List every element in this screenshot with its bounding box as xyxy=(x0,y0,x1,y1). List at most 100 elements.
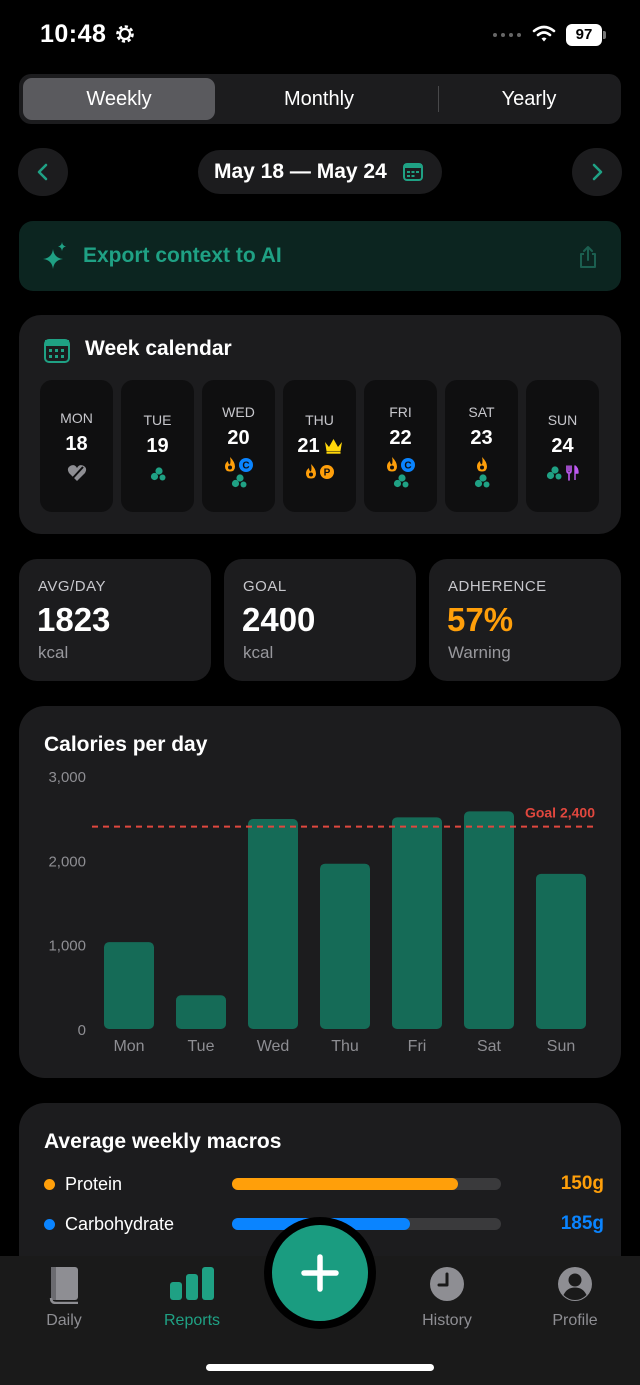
tab-label: Profile xyxy=(552,1312,598,1329)
stat-value: 1823 xyxy=(37,601,111,638)
pills-icon xyxy=(474,474,489,488)
tab-profile[interactable]: Profile xyxy=(525,1266,625,1330)
pills-icon xyxy=(546,466,562,480)
day-number: 24 xyxy=(551,435,574,457)
pills-icon xyxy=(231,474,246,488)
stat-status: Warning xyxy=(448,643,511,662)
add-entry-button[interactable] xyxy=(272,1225,368,1321)
day-cell-tue[interactable]: TUE 19 xyxy=(121,380,194,512)
bar-sat xyxy=(464,811,514,1029)
macro-row-protein: Protein 150g xyxy=(44,1171,604,1197)
share-icon xyxy=(580,246,596,268)
day-cell-sun[interactable]: SUN 24 xyxy=(526,380,599,512)
day-cell-mon[interactable]: MON 18 xyxy=(40,380,113,512)
svg-text:C: C xyxy=(404,460,411,471)
stat-label: ADHERENCE xyxy=(448,578,547,595)
macro-name: Carbohydrate xyxy=(65,1214,175,1234)
x-tick-label: Fri xyxy=(408,1038,427,1055)
period-segmented-control: Weekly Monthly Yearly xyxy=(19,74,621,124)
tab-daily[interactable]: Daily xyxy=(14,1266,114,1330)
battery-icon: 97 xyxy=(566,24,606,46)
avg-per-day-card: AVG/DAY 1823 kcal xyxy=(19,559,211,681)
flame-icon xyxy=(306,464,316,479)
day-cell-thu[interactable]: THU 21 P xyxy=(283,380,356,512)
bar-sun xyxy=(536,873,586,1029)
y-tick-label: 2,000 xyxy=(48,853,86,870)
x-tick-label: Mon xyxy=(113,1038,144,1055)
gear-icon xyxy=(116,25,134,43)
day-name: MON xyxy=(60,410,93,426)
day-cell-wed[interactable]: WED 20 C xyxy=(202,380,275,512)
day-number: 18 xyxy=(65,433,88,455)
bar-fri xyxy=(392,817,442,1029)
tab-history[interactable]: History xyxy=(397,1266,497,1330)
flame-icon xyxy=(476,457,487,472)
x-tick-label: Sun xyxy=(547,1038,575,1055)
day-name: SAT xyxy=(468,404,495,420)
stat-unit: kcal xyxy=(38,643,69,662)
tab-yearly[interactable]: Yearly xyxy=(439,78,619,120)
tab-label: History xyxy=(422,1312,472,1329)
day-number: 23 xyxy=(470,427,493,449)
week-calendar-card: Week calendar MON 18 TUE 19 WED 20 C THU… xyxy=(19,315,621,534)
export-label: Export context to AI xyxy=(83,244,282,267)
calendar-icon xyxy=(403,163,423,181)
person-icon xyxy=(558,1267,592,1301)
y-tick-label: 3,000 xyxy=(48,769,86,786)
flame-icon xyxy=(387,457,397,472)
macro-name: Protein xyxy=(65,1174,123,1194)
c-badge-icon: C xyxy=(239,457,253,472)
day-number: 20 xyxy=(227,427,250,449)
day-cell-sat[interactable]: SAT 23 xyxy=(445,380,518,512)
day-name: FRI xyxy=(389,404,412,420)
stat-label: GOAL xyxy=(243,578,287,595)
crown-icon xyxy=(325,439,342,454)
macro-bar-track xyxy=(232,1218,501,1230)
home-indicator xyxy=(206,1364,434,1371)
day-name: SUN xyxy=(547,412,578,428)
carbohydrate-dot xyxy=(44,1219,55,1230)
tab-monthly[interactable]: Monthly xyxy=(219,78,419,120)
status-bar: 10:48 97 xyxy=(0,0,640,70)
bar-thu xyxy=(320,863,370,1029)
tab-weekly[interactable]: Weekly xyxy=(23,78,215,120)
tab-reports[interactable]: Reports xyxy=(142,1266,242,1330)
battery-level: 97 xyxy=(566,24,602,46)
book-icon xyxy=(49,1267,78,1304)
previous-week-button[interactable] xyxy=(18,148,68,196)
p-badge-icon: P xyxy=(320,464,334,479)
clock-icon xyxy=(430,1267,464,1301)
flame-icon xyxy=(225,457,235,472)
day-name: WED xyxy=(222,404,255,420)
svg-text:P: P xyxy=(324,467,331,478)
calories-bar-chart: 0 1,000 2,000 3,000 Mon Tue Wed Thu Fri Sat Sun Goa… xyxy=(48,769,597,1055)
y-tick-label: 0 xyxy=(78,1022,86,1039)
x-tick-label: Tue xyxy=(188,1038,215,1055)
calendar-icon xyxy=(44,339,70,363)
day-name: TUE xyxy=(143,412,172,428)
c-badge-icon: C xyxy=(401,457,415,472)
date-range-picker[interactable]: May 18 — May 24 xyxy=(198,150,442,194)
protein-dot xyxy=(44,1179,55,1190)
status-time: 10:48 xyxy=(40,20,107,48)
day-cell-fri[interactable]: FRI 22 C xyxy=(364,380,437,512)
signal-icon xyxy=(493,33,521,37)
bar-tue xyxy=(176,995,226,1029)
sparkle-icon xyxy=(43,242,66,269)
day-number: 21 xyxy=(297,435,320,457)
x-tick-label: Wed xyxy=(257,1038,290,1055)
export-context-button[interactable]: Export context to AI xyxy=(19,221,621,291)
macro-amount: 150g xyxy=(560,1173,604,1194)
bar-chart-icon xyxy=(170,1267,214,1300)
stat-label: AVG/DAY xyxy=(38,578,106,595)
pills-icon xyxy=(393,474,408,488)
calories-chart-card: Calories per day 0 1,000 2,000 3,000 Mon Tue W… xyxy=(19,706,621,1078)
chevron-right-icon xyxy=(592,163,603,181)
x-tick-label: Thu xyxy=(331,1038,359,1055)
y-tick-label: 1,000 xyxy=(48,938,86,955)
stat-unit: kcal xyxy=(243,643,274,662)
next-week-button[interactable] xyxy=(572,148,622,196)
day-number: 22 xyxy=(389,427,412,449)
goal-card: GOAL 2400 kcal xyxy=(224,559,416,681)
day-name: THU xyxy=(305,412,334,428)
